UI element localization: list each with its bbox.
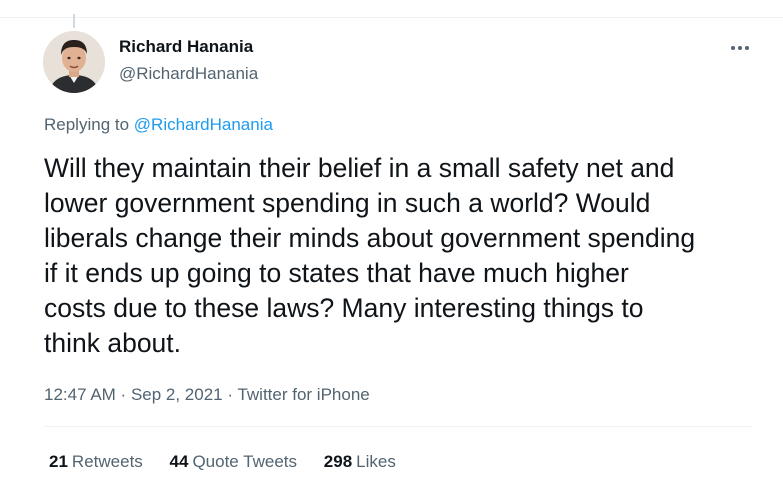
quote-tweets-count: 44 bbox=[169, 452, 189, 471]
likes-stat[interactable]: 298 Likes bbox=[324, 452, 396, 471]
thread-connector-line bbox=[73, 14, 75, 28]
likes-count: 298 bbox=[323, 452, 353, 471]
tweet-detail: Richard Hanania @RichardHanania Replying… bbox=[0, 0, 783, 488]
top-divider bbox=[0, 17, 783, 18]
tweet-text-line: Will they maintain their belief in a sma… bbox=[44, 153, 675, 183]
separator-dot: · bbox=[115, 385, 131, 404]
replying-label: Replying to bbox=[44, 115, 134, 134]
tweet-date[interactable]: Sep 2, 2021 bbox=[131, 385, 223, 404]
tweet-metadata: 12:47 AM · Sep 2, 2021 · Twitter for iPh… bbox=[44, 385, 370, 405]
author-handle[interactable]: @RichardHanania bbox=[119, 64, 258, 84]
avatar[interactable] bbox=[43, 31, 105, 93]
retweets-label: Retweets bbox=[71, 452, 143, 471]
more-options-button[interactable] bbox=[725, 36, 755, 60]
likes-label: Likes bbox=[356, 452, 396, 471]
quote-tweets-stat[interactable]: 44 Quote Tweets bbox=[170, 452, 298, 471]
tweet-text-line: if it ends up going to states that have … bbox=[44, 258, 629, 288]
author-name[interactable]: Richard Hanania bbox=[119, 37, 253, 57]
tweet-text: Will they maintain their belief in a sma… bbox=[44, 151, 766, 361]
separator-dot: · bbox=[222, 385, 238, 404]
tweet-text-line: costs due to these laws? Many interestin… bbox=[44, 293, 644, 323]
more-horizontal-icon bbox=[731, 46, 749, 50]
retweets-count: 21 bbox=[49, 452, 68, 471]
tweet-text-line: think about. bbox=[44, 328, 182, 358]
stats-divider bbox=[44, 426, 752, 427]
replying-handle-link[interactable]: @RichardHanania bbox=[134, 115, 273, 134]
replying-to: Replying to @RichardHanania bbox=[44, 115, 273, 135]
tweet-text-line: lower government spending in such a worl… bbox=[44, 188, 651, 218]
tweet-text-line: liberals change their minds about govern… bbox=[44, 223, 696, 253]
retweets-stat[interactable]: 21 Retweets bbox=[49, 452, 143, 471]
quote-tweets-label: Quote Tweets bbox=[192, 452, 298, 471]
tweet-source[interactable]: Twitter for iPhone bbox=[237, 385, 369, 404]
tweet-time[interactable]: 12:47 AM bbox=[44, 385, 116, 404]
avatar-photo-icon bbox=[43, 31, 105, 93]
tweet-stats: 21 Retweets 44 Quote Tweets 298 Likes bbox=[49, 452, 418, 472]
